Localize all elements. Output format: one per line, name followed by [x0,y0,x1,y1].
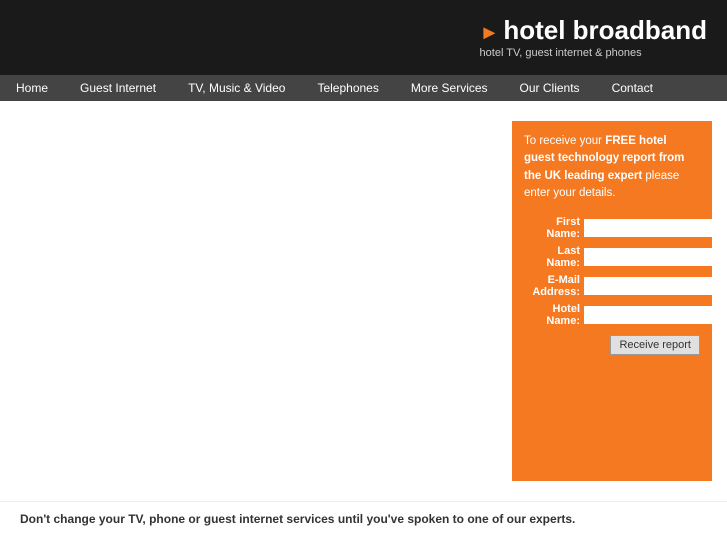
email-input[interactable] [584,277,727,295]
hotel-name-label: HotelName: [524,303,584,327]
promo-text: To receive your FREE hotel guest technol… [524,133,700,202]
last-name-row: LastName: [524,245,700,269]
bottom-tagline: Don't change your TV, phone or guest int… [0,501,727,546]
receive-report-button[interactable]: Receive report [610,335,700,355]
main-content: To receive your FREE hotel guest technol… [0,101,727,501]
hotel-name-input[interactable] [584,306,727,324]
logo-title: hotel broadband [503,16,707,45]
nav-item-tv-music-video[interactable]: TV, Music & Video [172,75,301,101]
email-label: E-MailAddress: [524,274,584,298]
left-content-area [0,101,512,501]
logo-area: ► hotel broadband hotel TV, guest intern… [480,16,707,59]
nav-item-telephones[interactable]: Telephones [301,75,394,101]
right-form-panel: To receive your FREE hotel guest technol… [512,121,712,481]
logo-subtitle: hotel TV, guest internet & phones [480,47,642,59]
nav-item-guest-internet[interactable]: Guest Internet [64,75,172,101]
first-name-input[interactable] [584,219,727,237]
email-row: E-MailAddress: [524,274,700,298]
first-name-label: FirstName: [524,216,584,240]
last-name-input[interactable] [584,248,727,266]
last-name-label: LastName: [524,245,584,269]
nav-item-contact[interactable]: Contact [596,75,669,101]
navbar: Home Guest Internet TV, Music & Video Te… [0,75,727,101]
hotel-name-row: HotelName: [524,303,700,327]
nav-item-our-clients[interactable]: Our Clients [504,75,596,101]
logo-arrow-icon: ► [480,22,500,45]
header: ► hotel broadband hotel TV, guest intern… [0,0,727,75]
first-name-row: FirstName: [524,216,700,240]
nav-item-home[interactable]: Home [0,75,64,101]
submit-row: Receive report [524,335,700,355]
nav-item-more-services[interactable]: More Services [395,75,504,101]
